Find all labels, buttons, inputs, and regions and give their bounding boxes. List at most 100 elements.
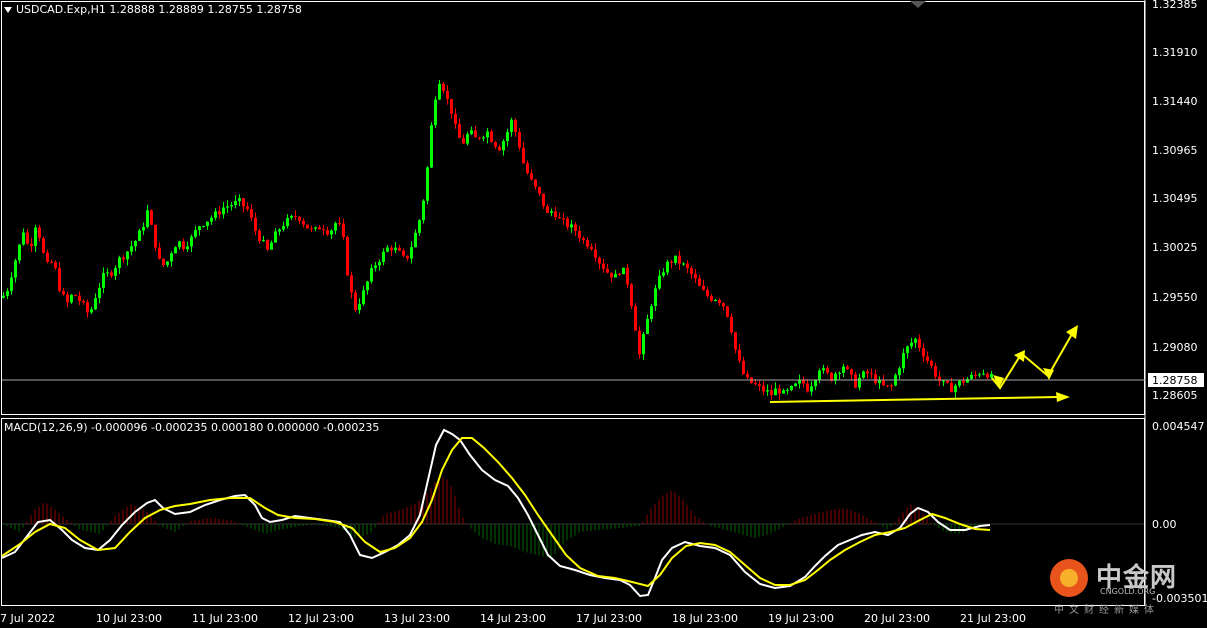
candle-body: [470, 130, 473, 135]
candle-body: [586, 239, 589, 247]
candle-body: [162, 258, 165, 265]
candle-body: [766, 390, 769, 392]
support-trend-annotation: [769, 325, 1078, 403]
candle-body: [238, 198, 241, 201]
candle-body: [434, 99, 437, 126]
candle-body: [374, 265, 377, 269]
watermark-subtitle: 中文财经新媒体: [1054, 605, 1159, 616]
candle-body: [350, 275, 353, 293]
candle-body: [402, 250, 405, 256]
candle-body: [694, 274, 697, 279]
candle-body: [182, 241, 185, 250]
candle-body: [106, 272, 109, 274]
chart-shift-marker[interactable]: [910, 1, 926, 8]
candle-body: [614, 273, 617, 278]
candle-body: [954, 385, 957, 393]
candle-body: [550, 211, 553, 213]
candle-body: [346, 236, 349, 276]
trading-chart[interactable]: 1.32385 1.31910 1.31440 1.30965 1.30495 …: [0, 0, 1207, 628]
candle-body: [246, 206, 249, 210]
candle-body: [554, 211, 557, 218]
candle-body: [50, 261, 53, 263]
candle-body: [494, 142, 497, 147]
candle-body: [2, 295, 5, 298]
candle-body: [214, 211, 217, 218]
candle-body: [142, 226, 145, 231]
watermark-domain: CNGOLD.ORG: [1100, 587, 1156, 596]
candle-body: [110, 272, 113, 276]
candle-body: [282, 226, 285, 230]
candle-body: [690, 268, 693, 275]
candle-body: [722, 302, 725, 307]
candle-body: [862, 371, 865, 378]
candle-body: [394, 247, 397, 251]
time-axis[interactable]: 7 Jul 2022 10 Jul 23:00 11 Jul 23:00 12 …: [0, 612, 1026, 625]
candle-body: [642, 333, 645, 355]
candle-body: [706, 289, 709, 296]
candle-body: [538, 186, 541, 194]
macd-signal-line: [1, 437, 991, 588]
candle-body: [242, 198, 245, 207]
candle-body: [618, 273, 621, 275]
candle-body: [278, 229, 281, 232]
macd-tick: 0.004547: [1152, 420, 1205, 433]
candle-body: [546, 206, 549, 213]
time-tick: 10 Jul 23:00: [96, 612, 162, 625]
candle-body: [654, 288, 657, 307]
candle-body: [566, 218, 569, 228]
candle-body: [846, 366, 849, 370]
candle-body: [742, 360, 745, 374]
price-axis[interactable]: 1.32385 1.31910 1.31440 1.30965 1.30495 …: [1148, 0, 1204, 402]
candle-body: [858, 377, 861, 388]
candle-body: [490, 131, 493, 143]
candle-body: [498, 146, 501, 151]
candle-body: [770, 390, 773, 396]
candle-body: [478, 137, 481, 139]
candle-body: [710, 295, 713, 301]
cngold-logo-icon: [1050, 559, 1088, 597]
candle-body: [26, 232, 29, 244]
candle-body: [866, 371, 869, 374]
candle-body: [918, 338, 921, 348]
candle-body: [378, 261, 381, 266]
candle-body: [122, 257, 125, 260]
candle-body: [666, 261, 669, 273]
candle-body: [810, 386, 813, 392]
candle-body: [734, 332, 737, 350]
candle-body: [526, 163, 529, 174]
candle-body: [74, 294, 77, 296]
candle-body: [230, 205, 233, 207]
candle-body: [82, 301, 85, 303]
candle-body: [910, 342, 913, 347]
candle-body: [386, 247, 389, 252]
candle-body: [790, 386, 793, 390]
candle-body: [446, 90, 449, 100]
candle-body: [218, 211, 221, 215]
candle-body: [714, 299, 717, 301]
candle-body: [510, 119, 513, 133]
candle-body: [154, 224, 157, 248]
candle-body: [54, 262, 57, 268]
candle-body: [594, 249, 597, 258]
dropdown-triangle-icon[interactable]: [4, 7, 12, 13]
candle-body: [250, 209, 253, 218]
symbol-header[interactable]: USDCAD.Exp,H1 1.28888 1.28889 1.28755 1.…: [4, 3, 302, 16]
candle-body: [330, 230, 333, 235]
candle-body: [254, 217, 257, 231]
price-tick: 1.30495: [1152, 192, 1198, 205]
candle-body: [786, 389, 789, 391]
candle-body: [914, 338, 917, 343]
candle-body: [30, 243, 33, 246]
candle-body: [334, 223, 337, 231]
candle-body: [882, 380, 885, 386]
price-tick: 1.32385: [1152, 0, 1198, 11]
candle-body: [622, 267, 625, 275]
candle-body: [186, 246, 189, 250]
candle-body: [10, 277, 13, 292]
candle-body: [170, 253, 173, 262]
candle-body: [514, 119, 517, 132]
candle-body: [358, 304, 361, 311]
price-tick: 1.29080: [1152, 341, 1198, 354]
macd-tick: 0.00: [1152, 518, 1177, 531]
candle-body: [506, 132, 509, 142]
